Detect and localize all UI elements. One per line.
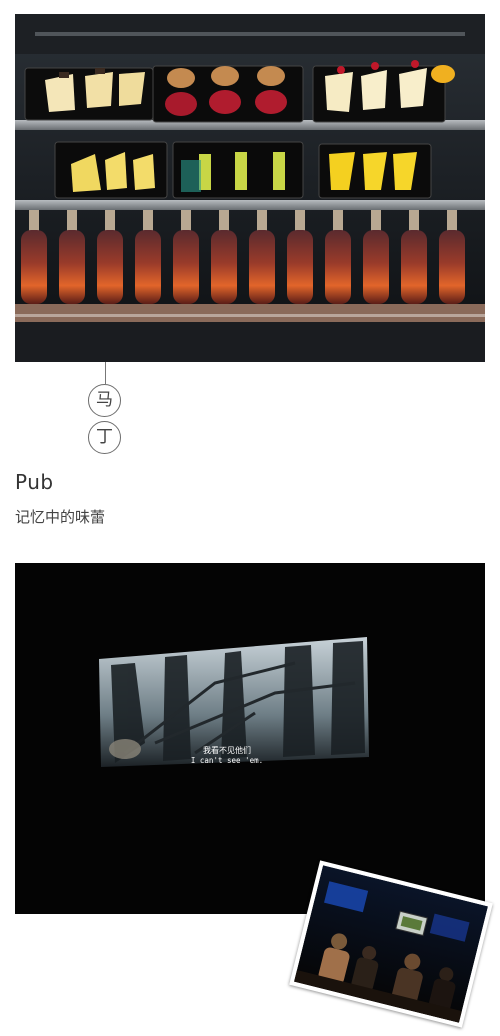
screen-subtitle-zh: 我看不见他们 xyxy=(203,745,251,755)
badge-char-2: 丁 xyxy=(88,421,121,454)
section-title: Pub xyxy=(15,470,54,494)
section-subtitle: 记忆中的味蕾 xyxy=(15,508,106,526)
badge-char-1: 马 xyxy=(88,384,121,417)
badge-connector-line xyxy=(105,362,106,384)
screen-subtitle-en: I can't see 'em. xyxy=(191,756,263,765)
cinema-photo: 我看不见他们 I can't see 'em. xyxy=(15,563,485,914)
display-case-photo xyxy=(15,14,485,362)
